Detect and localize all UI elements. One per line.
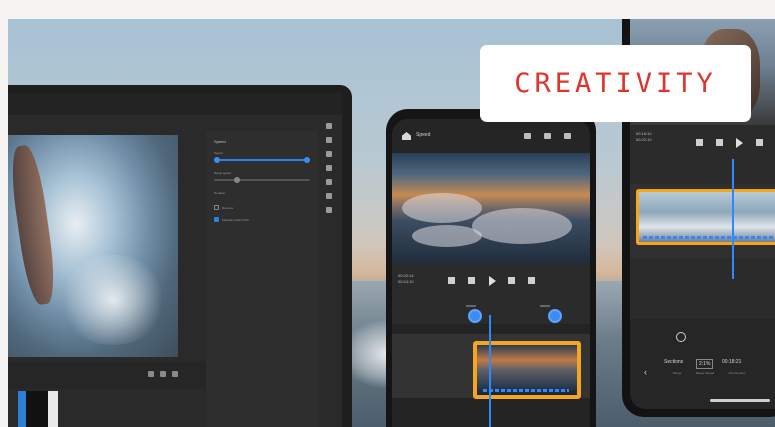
frame-back-icon[interactable]	[468, 277, 475, 284]
record-circle-icon[interactable]	[676, 332, 686, 342]
chevron-left-icon[interactable]: ‹	[644, 367, 647, 377]
speed-slider-start-knob[interactable]	[214, 157, 220, 163]
share-icon[interactable]	[544, 133, 551, 139]
frame-forward-icon[interactable]	[756, 139, 763, 146]
reverse-label: Reverse	[222, 206, 234, 210]
ramp-speed-knob[interactable]	[234, 177, 240, 183]
rail-icon-3[interactable]	[326, 151, 332, 157]
play-button[interactable]	[489, 276, 496, 286]
range-start-handle[interactable]	[468, 309, 482, 323]
ramp-speed-slider[interactable]	[214, 177, 310, 183]
creativity-badge: CREATIVITY	[480, 45, 751, 122]
creativity-label: CREATIVITY	[514, 68, 717, 99]
speed-ramp-markers	[643, 236, 775, 239]
total-time: 00:22:10	[636, 137, 652, 142]
segment-range-speed[interactable]: 2:1%	[696, 359, 714, 369]
cloud-shape	[412, 225, 482, 247]
phone-left: Speed 00:20:14 00:24:10	[386, 109, 596, 427]
reverse-checkbox[interactable]	[214, 205, 219, 210]
speed-panel: Speed Speed Ramp speed Duration Reverse …	[206, 131, 318, 427]
playhead[interactable]	[489, 315, 491, 427]
rail-icon-6[interactable]	[326, 193, 332, 199]
speed-ramp-markers	[483, 389, 569, 392]
maintain-audio-pitch-label: Maintain Audio Pitch	[222, 218, 250, 222]
laptop-top-bar	[8, 93, 342, 115]
range-end-handle[interactable]	[548, 309, 562, 323]
rail-icon-7[interactable]	[326, 207, 332, 213]
play-icon[interactable]	[160, 371, 166, 377]
speed-slider[interactable]	[214, 157, 310, 163]
maintain-audio-pitch-checkbox[interactable]	[214, 217, 219, 222]
speed-slider-fill	[214, 159, 306, 161]
skip-start-icon[interactable]	[696, 139, 703, 146]
segment-clip-duration[interactable]: 00:18:21	[722, 359, 741, 365]
phone-left-header: Speed	[392, 119, 590, 153]
laptop-tool-rail	[320, 123, 338, 323]
panel-title: Speed	[214, 139, 226, 144]
phone-left-screen: Speed 00:20:14 00:24:10	[392, 119, 590, 427]
laptop-video-preview	[8, 135, 178, 357]
laptop-screen: Speed Speed Ramp speed Duration Reverse …	[8, 93, 342, 427]
segment-clip-duration-sub: Clip Duration	[728, 371, 746, 375]
menu-icon[interactable]	[564, 133, 571, 139]
skip-start-icon[interactable]	[448, 277, 455, 284]
laptop-playback-controls	[8, 361, 208, 389]
segment-range-speed-sub: Range Speed	[695, 371, 715, 375]
frame-back-icon[interactable]	[716, 139, 723, 146]
phone-left-video-preview	[392, 153, 590, 263]
ramp-speed-label: Ramp speed	[214, 171, 232, 175]
runner-leg-image	[8, 143, 59, 307]
frame-forward-icon[interactable]	[508, 277, 515, 284]
ruler-tick	[540, 305, 550, 307]
rail-icon-5[interactable]	[326, 179, 332, 185]
home-icon[interactable]	[402, 132, 411, 140]
selected-clip[interactable]	[636, 189, 775, 245]
rail-icon-2[interactable]	[326, 137, 332, 143]
phone-left-title: Speed	[416, 132, 431, 138]
speed-label: Speed	[214, 151, 223, 155]
rail-icon-4[interactable]	[326, 165, 332, 171]
cloud-shape	[472, 208, 572, 244]
segment-sections-sub: Range	[672, 371, 682, 375]
cloud-shape	[402, 193, 482, 223]
segment-sections[interactable]: Sections	[664, 359, 683, 365]
volume-icon[interactable]	[172, 371, 178, 377]
playhead[interactable]	[732, 159, 734, 279]
rail-icon-1[interactable]	[326, 123, 332, 129]
skip-end-icon[interactable]	[528, 277, 535, 284]
device-stand	[18, 391, 58, 427]
speed-slider-end-knob[interactable]	[304, 157, 310, 163]
undo-icon[interactable]	[524, 133, 531, 139]
ruler-tick	[466, 305, 476, 307]
total-time: 00:24:10	[398, 279, 414, 284]
home-indicator	[710, 399, 770, 402]
phone-left-timecode: 00:20:14 00:24:10	[398, 273, 414, 285]
water-splash-image	[58, 255, 168, 345]
step-back-icon[interactable]	[148, 371, 154, 377]
phone-right-timecode: 00:18:10 00:22:10	[636, 131, 652, 143]
laptop-device: Speed Speed Ramp speed Duration Reverse …	[8, 85, 352, 427]
play-button[interactable]	[736, 138, 743, 148]
duration-label: Duration	[214, 191, 226, 195]
